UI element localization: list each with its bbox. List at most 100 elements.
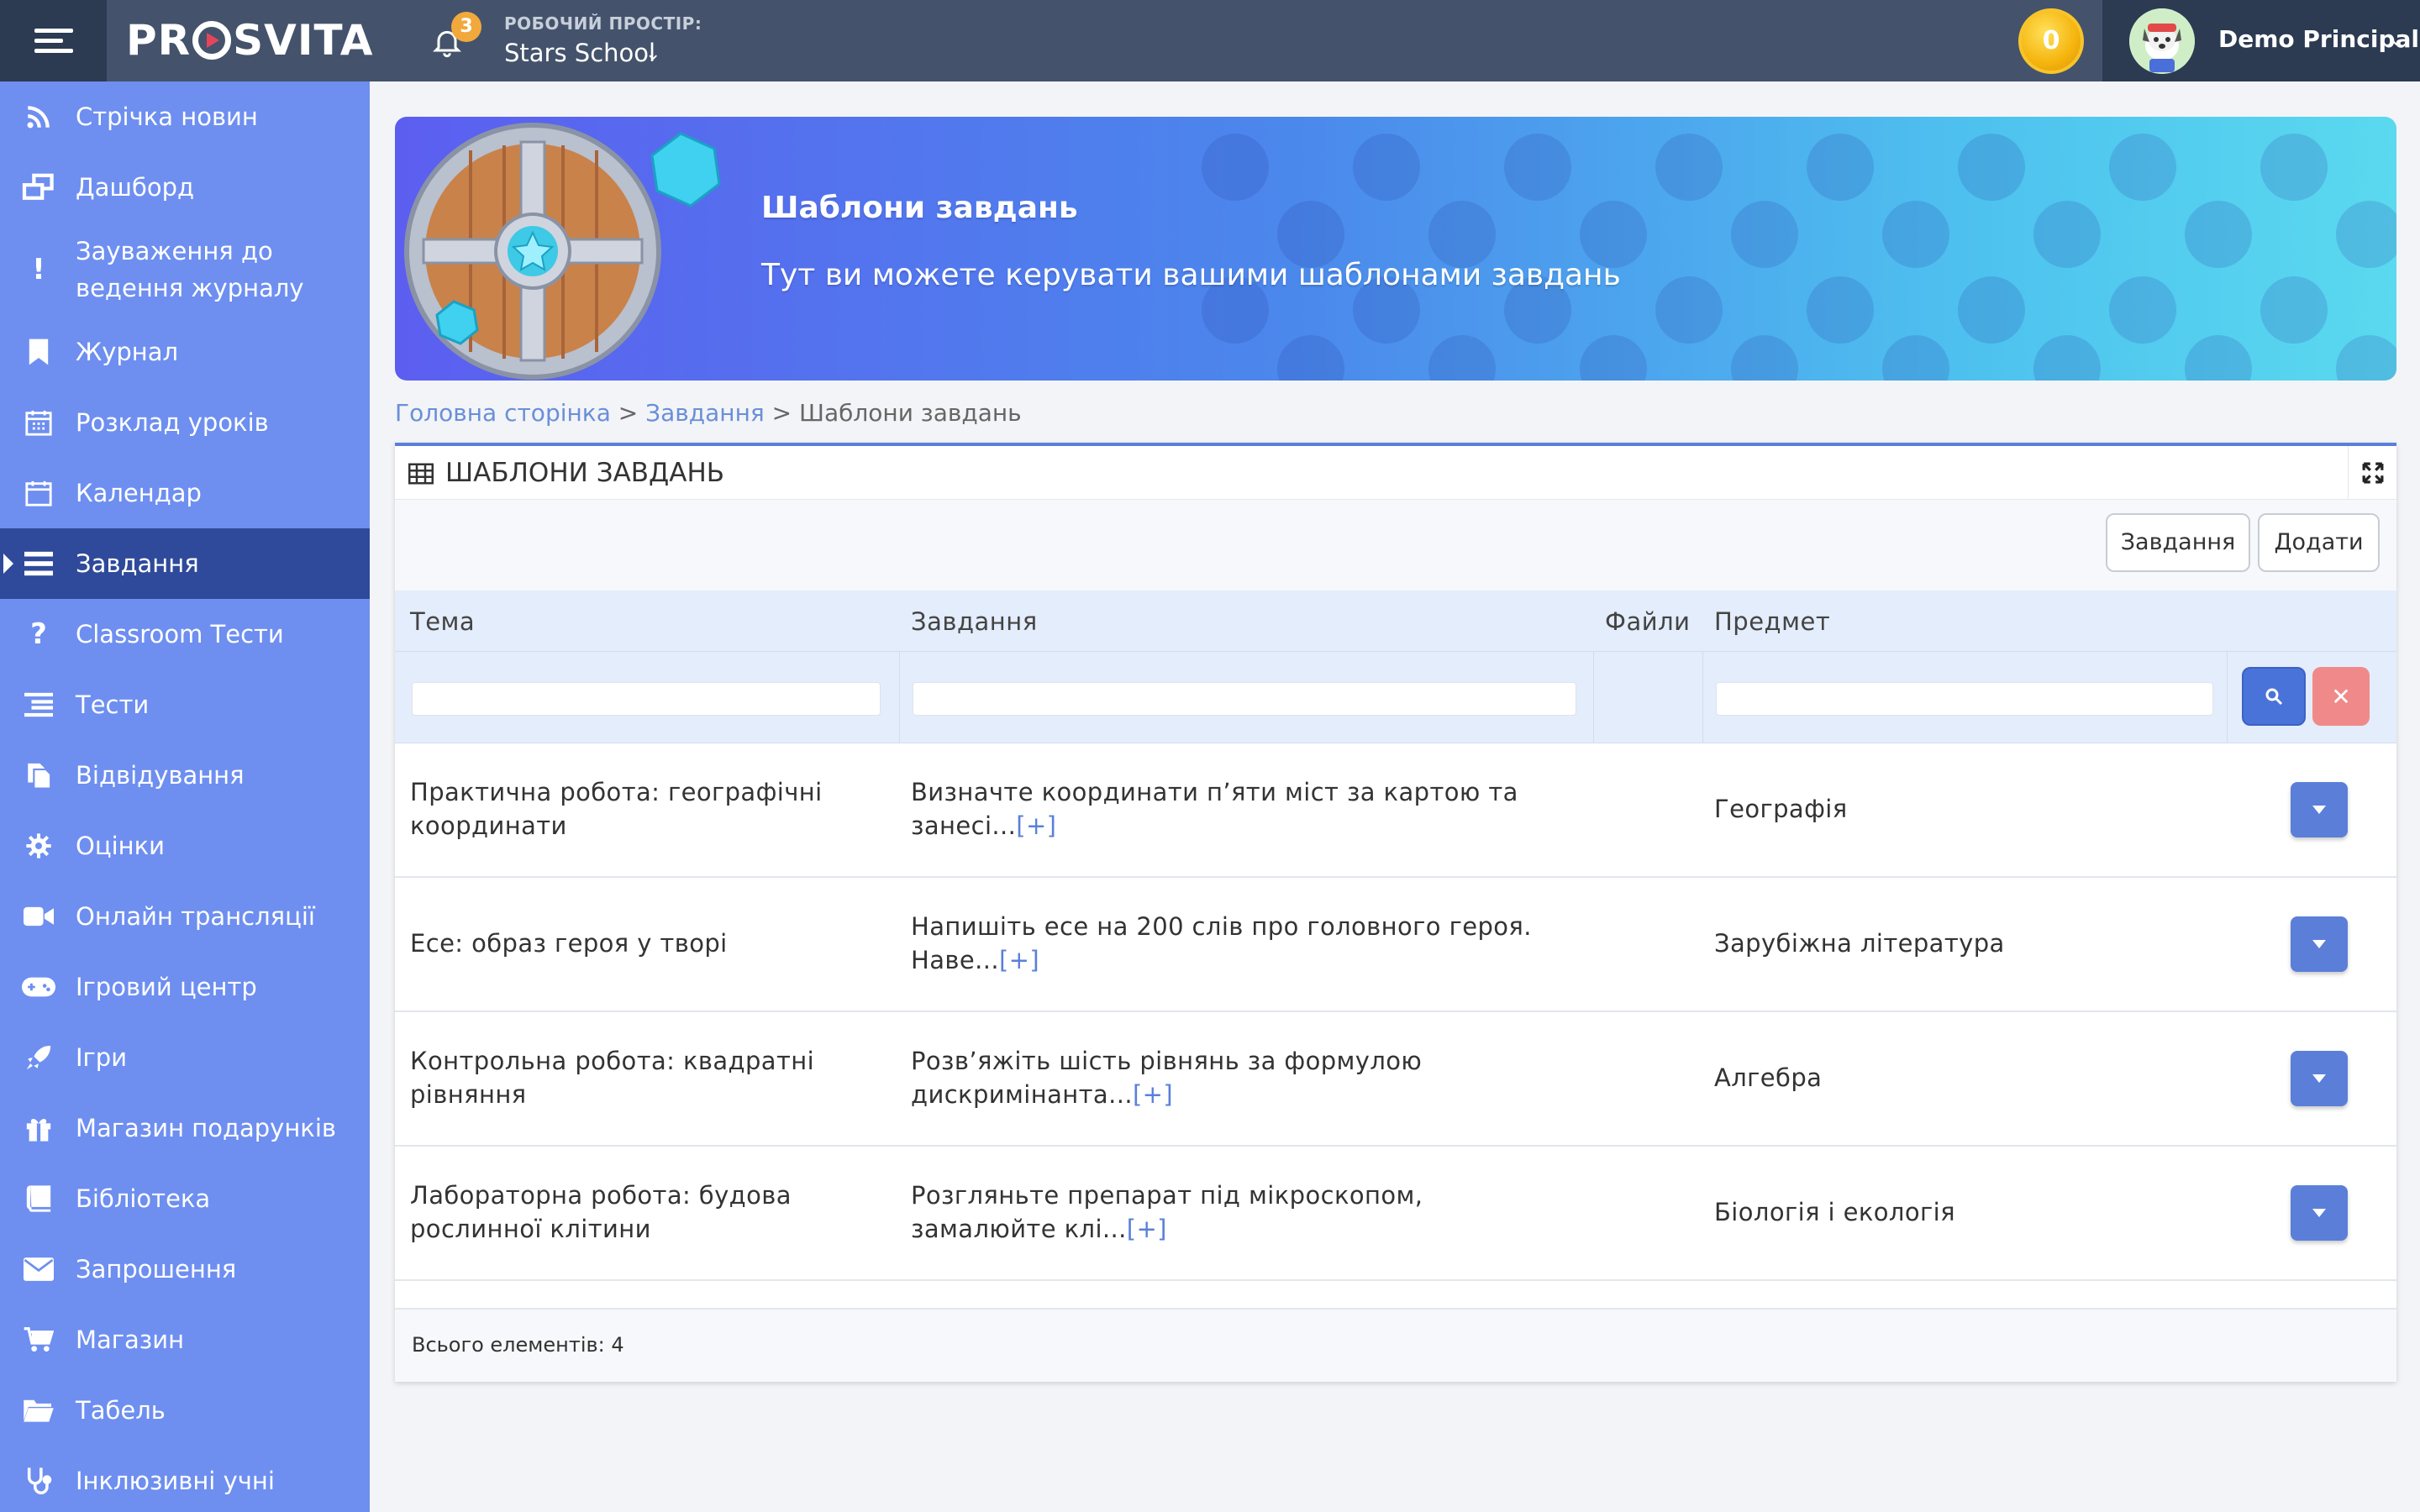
total-count: Всього елементів: 4: [412, 1333, 624, 1357]
column-header-topic[interactable]: Тема: [410, 607, 475, 636]
folder-icon: [22, 1394, 55, 1427]
row-actions-button[interactable]: [2291, 1185, 2348, 1241]
sidebar-item-inclusive-students[interactable]: Інклюзивні учні: [0, 1446, 370, 1512]
sidebar-item-journal[interactable]: Журнал: [0, 317, 370, 387]
sidebar-item-label: Стрічка новин: [76, 102, 258, 131]
row-actions-button[interactable]: [2291, 916, 2348, 972]
search-button[interactable]: [2242, 667, 2306, 726]
add-button[interactable]: Додати: [2258, 513, 2380, 572]
sidebar-item-report-card[interactable]: Табель: [0, 1375, 370, 1446]
table-icon: [408, 463, 434, 485]
sidebar-item-label: Дашборд: [76, 173, 195, 202]
panel-header: ШАБЛОНИ ЗАВДАНЬ: [395, 446, 2396, 500]
page-banner: Шаблони завдань Тут ви можете керувати в…: [395, 117, 2396, 381]
sidebar-item-label: Розклад уроків: [76, 408, 269, 437]
sidebar-item-grades[interactable]: Оцінки: [0, 811, 370, 881]
sidebar: Стрічка новин Дашборд ! Зауваження до ве…: [0, 81, 370, 1512]
tasks-button[interactable]: Завдання: [2106, 513, 2250, 572]
chevron-down-icon[interactable]: ⌄: [645, 44, 660, 65]
sidebar-item-label: Ігри: [76, 1043, 128, 1072]
sidebar-item-tasks[interactable]: Завдання: [0, 528, 370, 599]
sidebar-item-label: Зауваження до ведення журналу: [76, 237, 304, 302]
sidebar-item-invitations[interactable]: Запрошення: [0, 1234, 370, 1305]
table-row[interactable]: Лабораторна робота: будова рослинної клі…: [395, 1147, 2396, 1281]
coin-balance[interactable]: 0: [2018, 8, 2084, 74]
gamepad-icon: [22, 970, 55, 1004]
sidebar-item-calendar[interactable]: Календар: [0, 458, 370, 528]
table-row[interactable]: Контрольна робота: квадратні рівняння Ро…: [395, 1012, 2396, 1147]
gift-icon: [22, 1111, 55, 1145]
filter-row: ✕: [395, 651, 2396, 743]
topic-cell: Есе: образ героя у творі: [410, 929, 728, 958]
task-text: Визначте координати п’яти міст за картою…: [911, 778, 1518, 840]
subject-filter-input[interactable]: [1716, 682, 2213, 716]
task-cell: Напишіть есе на 200 слів про головного г…: [911, 910, 1575, 977]
breadcrumb-separator: >: [764, 399, 799, 427]
sidebar-item-label: Classroom Тести: [76, 620, 284, 648]
workspace-selector[interactable]: Stars School: [504, 39, 655, 67]
rocket-icon: [22, 1041, 55, 1074]
sidebar-item-attendance[interactable]: Відвідування: [0, 740, 370, 811]
sidebar-item-label: Оцінки: [76, 832, 165, 860]
table-row[interactable]: Есе: образ героя у творі Напишіть есе на…: [395, 878, 2396, 1012]
sidebar-item-schedule[interactable]: Розклад уроків: [0, 387, 370, 458]
avatar[interactable]: [2129, 8, 2195, 74]
clear-filter-button[interactable]: ✕: [2312, 667, 2370, 726]
sidebar-item-tests[interactable]: Тести: [0, 669, 370, 740]
sidebar-item-news-feed[interactable]: Стрічка новин: [0, 81, 370, 152]
expand-link[interactable]: [+]: [1016, 811, 1056, 840]
sidebar-item-shop[interactable]: Магазин: [0, 1305, 370, 1375]
sidebar-item-label: Завдання: [76, 549, 199, 578]
sidebar-item-journal-remarks[interactable]: ! Зауваження до ведення журналу: [0, 223, 370, 317]
sidebar-item-label: Тести: [76, 690, 150, 719]
subject-cell: Біологія і екологія: [1714, 1198, 1955, 1226]
topic-filter-input[interactable]: [412, 682, 881, 716]
task-cell: Розв’яжіть шість рівнянь за формулою дис…: [911, 1044, 1575, 1111]
expand-link[interactable]: [+]: [1133, 1080, 1173, 1109]
expand-link[interactable]: [+]: [999, 946, 1039, 974]
sidebar-item-games[interactable]: Ігри: [0, 1022, 370, 1093]
windows-icon: [22, 171, 55, 204]
workspace-label: РОБОЧИЙ ПРОСТІР:: [504, 13, 702, 34]
video-icon: [22, 900, 55, 933]
sidebar-item-game-center[interactable]: Ігровий центр: [0, 952, 370, 1022]
sidebar-item-label: Календар: [76, 479, 202, 507]
close-icon: ✕: [2331, 682, 2351, 711]
column-header-subject[interactable]: Предмет: [1714, 607, 1830, 636]
sidebar-item-dashboard[interactable]: Дашборд: [0, 152, 370, 223]
sidebar-item-live-streams[interactable]: Онлайн трансляції: [0, 881, 370, 952]
exclamation-icon: !: [32, 253, 45, 286]
book-icon: [22, 1182, 55, 1215]
column-header-task[interactable]: Завдання: [911, 607, 1038, 636]
calendar-grid-icon: [22, 406, 55, 439]
sidebar-item-library[interactable]: Бібліотека: [0, 1163, 370, 1234]
tasks-icon: [22, 547, 55, 580]
sidebar-item-gift-shop[interactable]: Магазин подарунків: [0, 1093, 370, 1163]
subject-cell: Алгебра: [1714, 1063, 1823, 1092]
sidebar-item-classroom-tests[interactable]: ? Classroom Тести: [0, 599, 370, 669]
fullscreen-button[interactable]: [2348, 446, 2396, 500]
panel-title: ШАБЛОНИ ЗАВДАНЬ: [445, 458, 725, 488]
table-header: Тема Завдання Файли Предмет: [395, 591, 2396, 651]
bookmark-icon: [22, 335, 55, 369]
breadcrumb-current: Шаблони завдань: [799, 399, 1022, 427]
user-avatar-icon: [2129, 8, 2195, 74]
task-cell: Розгляньте препарат під мікроскопом, зам…: [911, 1179, 1575, 1246]
play-logo-icon: [192, 21, 232, 60]
row-actions-button[interactable]: [2291, 782, 2348, 837]
topic-cell: Практична робота: географічні координати: [410, 778, 823, 840]
table-row[interactable]: Практична робота: географічні координати…: [395, 743, 2396, 878]
task-filter-input[interactable]: [913, 682, 1576, 716]
menu-toggle-button[interactable]: [0, 0, 107, 81]
breadcrumb-home-link[interactable]: Головна сторінка: [395, 399, 611, 427]
row-actions-button[interactable]: [2291, 1051, 2348, 1106]
banner-subtitle: Тут ви можете керувати вашими шаблонами …: [761, 258, 1621, 292]
chevron-down-icon[interactable]: ⌄: [2388, 27, 2405, 50]
caret-down-icon: [2312, 940, 2326, 948]
breadcrumb-tasks-link[interactable]: Завдання: [645, 399, 765, 427]
expand-link[interactable]: [+]: [1127, 1215, 1167, 1243]
logo[interactable]: PR SVITA: [126, 17, 373, 64]
subject-cell: Зарубіжна література: [1714, 929, 2005, 958]
column-header-files[interactable]: Файли: [1605, 607, 1690, 636]
caret-down-icon: [2312, 1074, 2326, 1083]
